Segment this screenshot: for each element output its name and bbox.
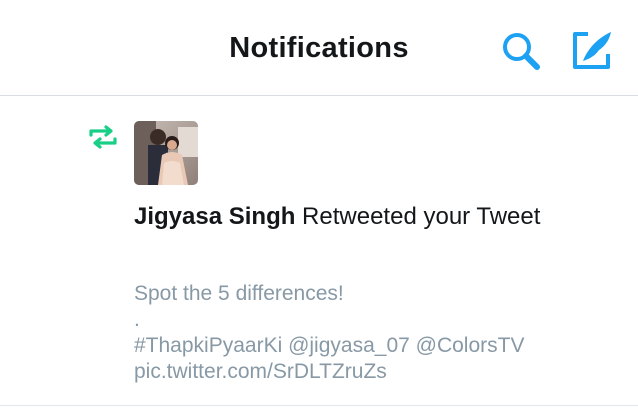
action-text: Retweeted your Tweet xyxy=(295,203,541,230)
tweet-text: Spot the 5 differences! . #ThapkiPyaarKi… xyxy=(134,281,614,385)
notification-headline: Jigyasa Singh Retweeted your Tweet xyxy=(134,199,604,235)
tweet-media-link[interactable]: pic.twitter.com/SrDLTZruZs xyxy=(134,359,614,385)
tweet-line: . xyxy=(134,308,140,331)
tweet-line: Spot the 5 differences! xyxy=(134,282,344,305)
search-button[interactable] xyxy=(495,28,545,72)
top-bar: Notifications xyxy=(0,0,638,96)
avatar[interactable] xyxy=(134,121,198,185)
tweet-line-links[interactable]: #ThapkiPyaarKi @jigyasa_07 @ColorsTV xyxy=(134,333,614,359)
retweet-icon xyxy=(89,125,117,149)
search-icon xyxy=(503,33,540,70)
compose-tweet-icon xyxy=(573,32,611,69)
user-name-link[interactable]: Jigyasa Singh xyxy=(134,203,295,230)
divider xyxy=(0,405,638,406)
compose-tweet-button[interactable] xyxy=(566,28,616,72)
